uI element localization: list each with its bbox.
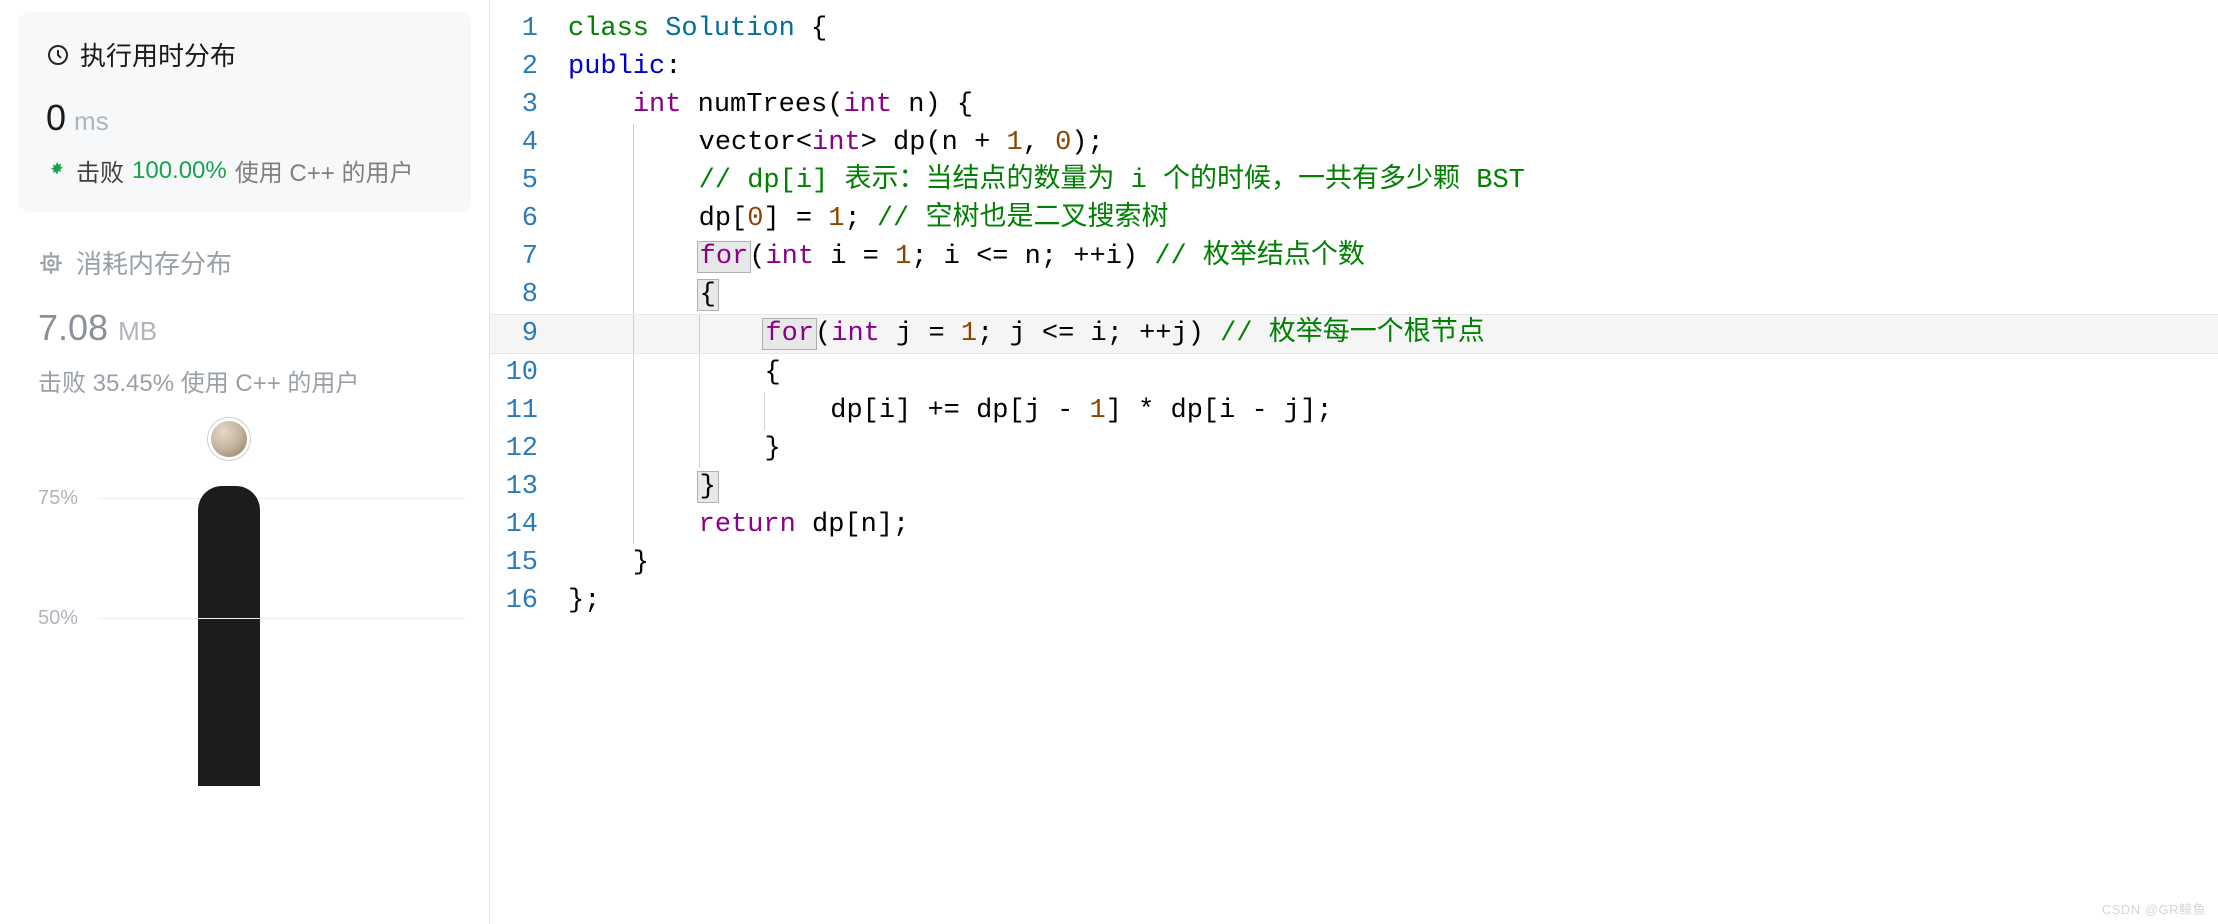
code-line[interactable]: 9 for(int j = 1; j <= i; ++j) // 枚举每一个根节… [490, 314, 2218, 354]
memory-header: 消耗内存分布 [38, 244, 461, 281]
code-text: { [568, 276, 2218, 314]
code-line[interactable]: 4 vector<int> dp(n + 1, 0); [490, 124, 2218, 162]
memory-unit: MB [118, 316, 157, 347]
code-line[interactable]: 12 } [490, 430, 2218, 468]
code-text: class Solution { [568, 10, 2218, 48]
code-line[interactable]: 10 { [490, 354, 2218, 392]
code-line[interactable]: 16}; [490, 582, 2218, 620]
line-number: 4 [490, 124, 568, 162]
runtime-value: 0 [46, 97, 66, 139]
code-line[interactable]: 2public: [490, 48, 2218, 86]
line-number: 5 [490, 162, 568, 200]
line-number: 13 [490, 468, 568, 506]
watermark: CSDN @GR鲸鱼 [2102, 899, 2206, 918]
beat-suffix: 使用 C++ 的用户 [235, 153, 414, 188]
code-line[interactable]: 11 dp[i] += dp[j - 1] * dp[i - j]; [490, 392, 2218, 430]
code-text: { [568, 354, 2218, 392]
code-line[interactable]: 14 return dp[n]; [490, 506, 2218, 544]
distribution-chart[interactable]: 75% 50% [0, 438, 489, 678]
runtime-header: 执行用时分布 [46, 36, 443, 73]
code-text: // dp[i] 表示：当结点的数量为 i 个的时候，一共有多少颗 BST [568, 162, 2218, 200]
runtime-value-row: 0 ms [46, 97, 443, 139]
tick-75: 75% [38, 438, 465, 558]
code-text: dp[0] = 1; // 空树也是二叉搜索树 [568, 200, 2218, 238]
line-number: 15 [490, 544, 568, 582]
runtime-beat-row: 击败 100.00% 使用 C++ 的用户 [46, 153, 443, 188]
gridline [98, 618, 465, 619]
gridline [98, 498, 465, 499]
code-text: return dp[n]; [568, 506, 2218, 544]
beat-percent: 100.00% [132, 157, 227, 185]
line-number: 16 [490, 582, 568, 620]
line-number: 12 [490, 430, 568, 468]
memory-value-row: 7.08 MB [38, 307, 461, 349]
code-text: vector<int> dp(n + 1, 0); [568, 124, 2218, 162]
code-line[interactable]: 6 dp[0] = 1; // 空树也是二叉搜索树 [490, 200, 2218, 238]
code-line[interactable]: 1class Solution { [490, 10, 2218, 48]
tick-label-50: 50% [38, 607, 98, 630]
code-line[interactable]: 8 { [490, 276, 2218, 314]
code-text: for(int j = 1; j <= i; ++j) // 枚举每一个根节点 [568, 315, 2218, 353]
code-text: public: [568, 48, 2218, 86]
runtime-unit: ms [74, 106, 109, 137]
code-text: int numTrees(int n) { [568, 86, 2218, 124]
chip-icon [38, 250, 64, 276]
line-number: 1 [490, 10, 568, 48]
line-number: 8 [490, 276, 568, 314]
stats-panel: 执行用时分布 0 ms 击败 100.00% 使用 C++ 的用户 消耗内存分布… [0, 0, 490, 924]
tick-label-75: 75% [38, 487, 98, 510]
code-text: for(int i = 1; i <= n; ++i) // 枚举结点个数 [568, 238, 2218, 276]
code-text: } [568, 430, 2218, 468]
avatar[interactable] [208, 418, 250, 460]
line-number: 2 [490, 48, 568, 86]
line-number: 6 [490, 200, 568, 238]
line-number: 3 [490, 86, 568, 124]
code-text: }; [568, 582, 2218, 620]
tick-50: 50% [38, 558, 465, 678]
code-text: } [568, 544, 2218, 582]
line-number: 10 [490, 354, 568, 392]
code-text: dp[i] += dp[j - 1] * dp[i - j]; [568, 392, 2218, 430]
code-line[interactable]: 13 } [490, 468, 2218, 506]
code-line[interactable]: 5 // dp[i] 表示：当结点的数量为 i 个的时候，一共有多少颗 BST [490, 162, 2218, 200]
memory-value: 7.08 [38, 307, 108, 349]
memory-title: 消耗内存分布 [76, 244, 232, 281]
code-line[interactable]: 15 } [490, 544, 2218, 582]
beat-label: 击败 [76, 153, 124, 188]
code-line[interactable]: 3 int numTrees(int n) { [490, 86, 2218, 124]
memory-beat-text: 击败 35.45% 使用 C++ 的用户 [38, 363, 461, 398]
clap-icon [46, 160, 68, 182]
runtime-card[interactable]: 执行用时分布 0 ms 击败 100.00% 使用 C++ 的用户 [18, 12, 471, 212]
line-number: 11 [490, 392, 568, 430]
code-text: } [568, 468, 2218, 506]
clock-icon [46, 43, 70, 67]
runtime-title: 执行用时分布 [80, 36, 236, 73]
line-number: 7 [490, 238, 568, 276]
line-number: 9 [490, 315, 568, 353]
line-number: 14 [490, 506, 568, 544]
code-editor[interactable]: 1class Solution {2public:3 int numTrees(… [490, 0, 2218, 924]
code-line[interactable]: 7 for(int i = 1; i <= n; ++i) // 枚举结点个数 [490, 238, 2218, 276]
memory-section: 消耗内存分布 7.08 MB 击败 35.45% 使用 C++ 的用户 [0, 240, 489, 398]
